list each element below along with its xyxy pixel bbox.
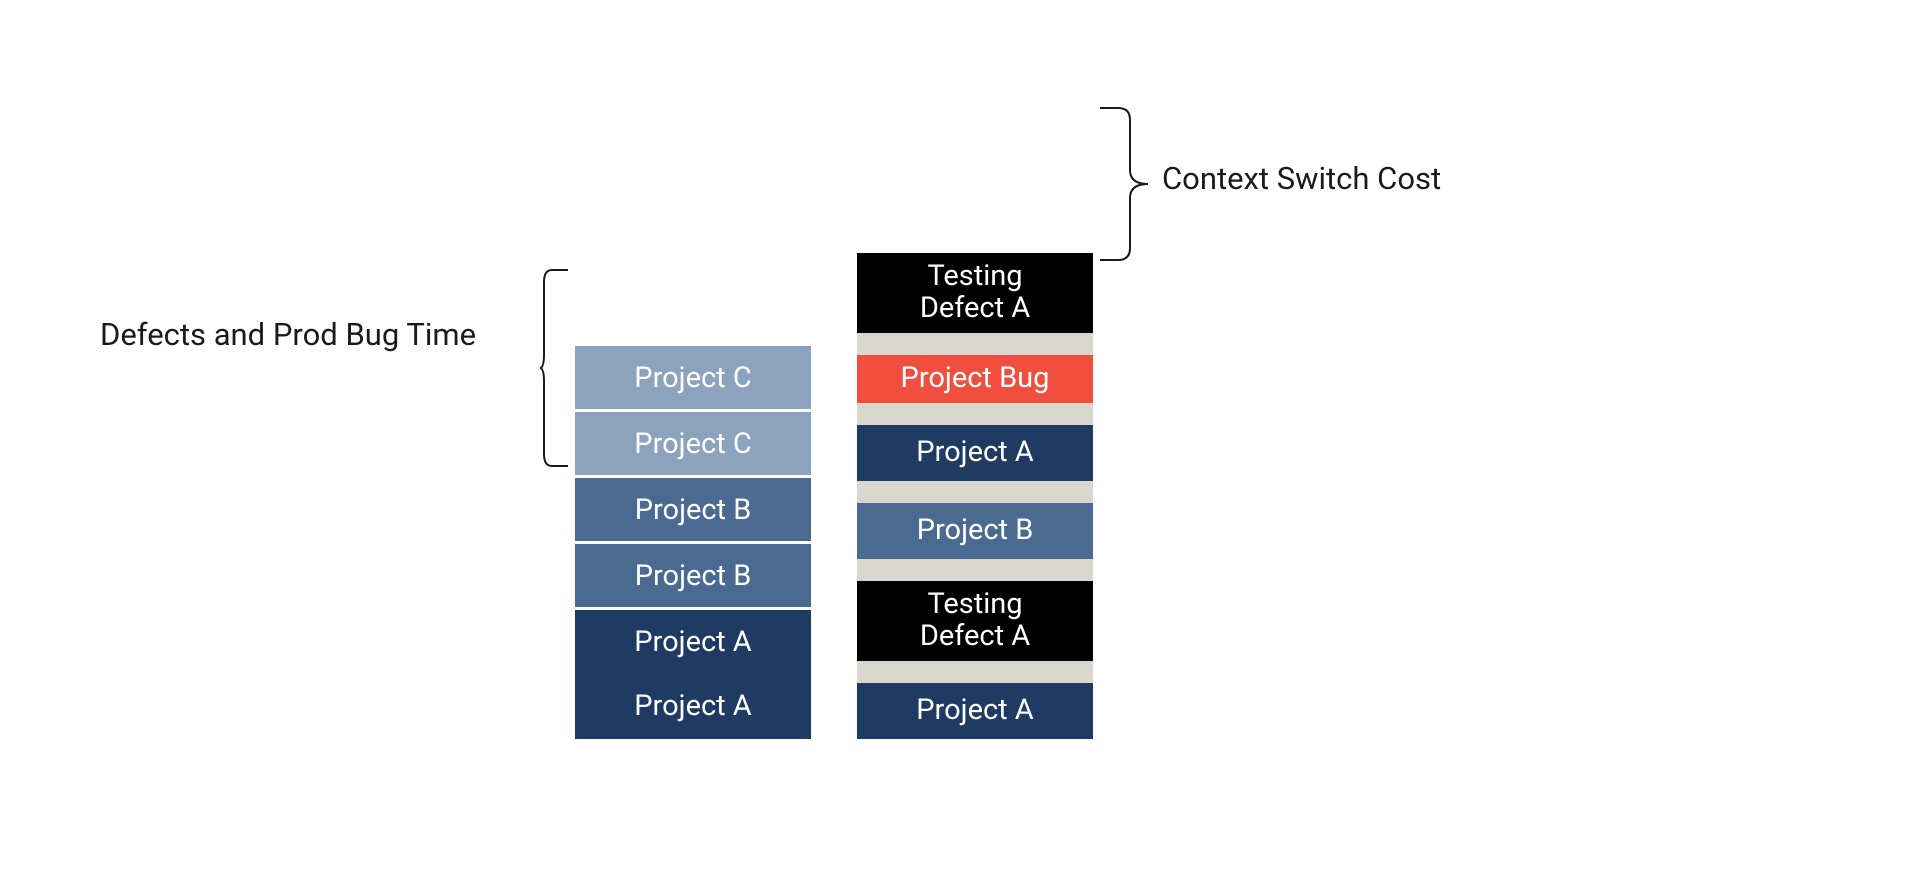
block-project-a: Project A bbox=[857, 425, 1093, 481]
block-project-b: Project B bbox=[575, 475, 811, 541]
bracket-right-icon bbox=[1098, 106, 1148, 262]
ideal-stack: Project A Project A Project B Project B … bbox=[575, 343, 811, 739]
block-project-a: Project A bbox=[575, 607, 811, 673]
context-switch-gap bbox=[857, 333, 1093, 355]
block-project-bug: Project Bug bbox=[857, 355, 1093, 403]
context-switch-gap bbox=[857, 559, 1093, 581]
block-project-c: Project C bbox=[575, 409, 811, 475]
context-switch-gap bbox=[857, 481, 1093, 503]
block-testing-defect-a: TestingDefect A bbox=[857, 253, 1093, 333]
block-project-b: Project B bbox=[575, 541, 811, 607]
actual-stack: Project A TestingDefect A Project B Proj… bbox=[857, 253, 1093, 739]
context-switch-gap bbox=[857, 661, 1093, 683]
block-project-b: Project B bbox=[857, 503, 1093, 559]
bracket-left-icon bbox=[540, 268, 570, 468]
block-project-a: Project A bbox=[575, 673, 811, 739]
block-project-c: Project C bbox=[575, 343, 811, 409]
block-testing-defect-a: TestingDefect A bbox=[857, 581, 1093, 661]
label-context-switch-cost: Context Switch Cost bbox=[1162, 160, 1441, 197]
block-project-a: Project A bbox=[857, 683, 1093, 739]
diagram-stage: Defects and Prod Bug Time Project A Proj… bbox=[0, 0, 1920, 873]
context-switch-gap bbox=[857, 403, 1093, 425]
label-defects-prod-bug: Defects and Prod Bug Time bbox=[100, 316, 476, 353]
